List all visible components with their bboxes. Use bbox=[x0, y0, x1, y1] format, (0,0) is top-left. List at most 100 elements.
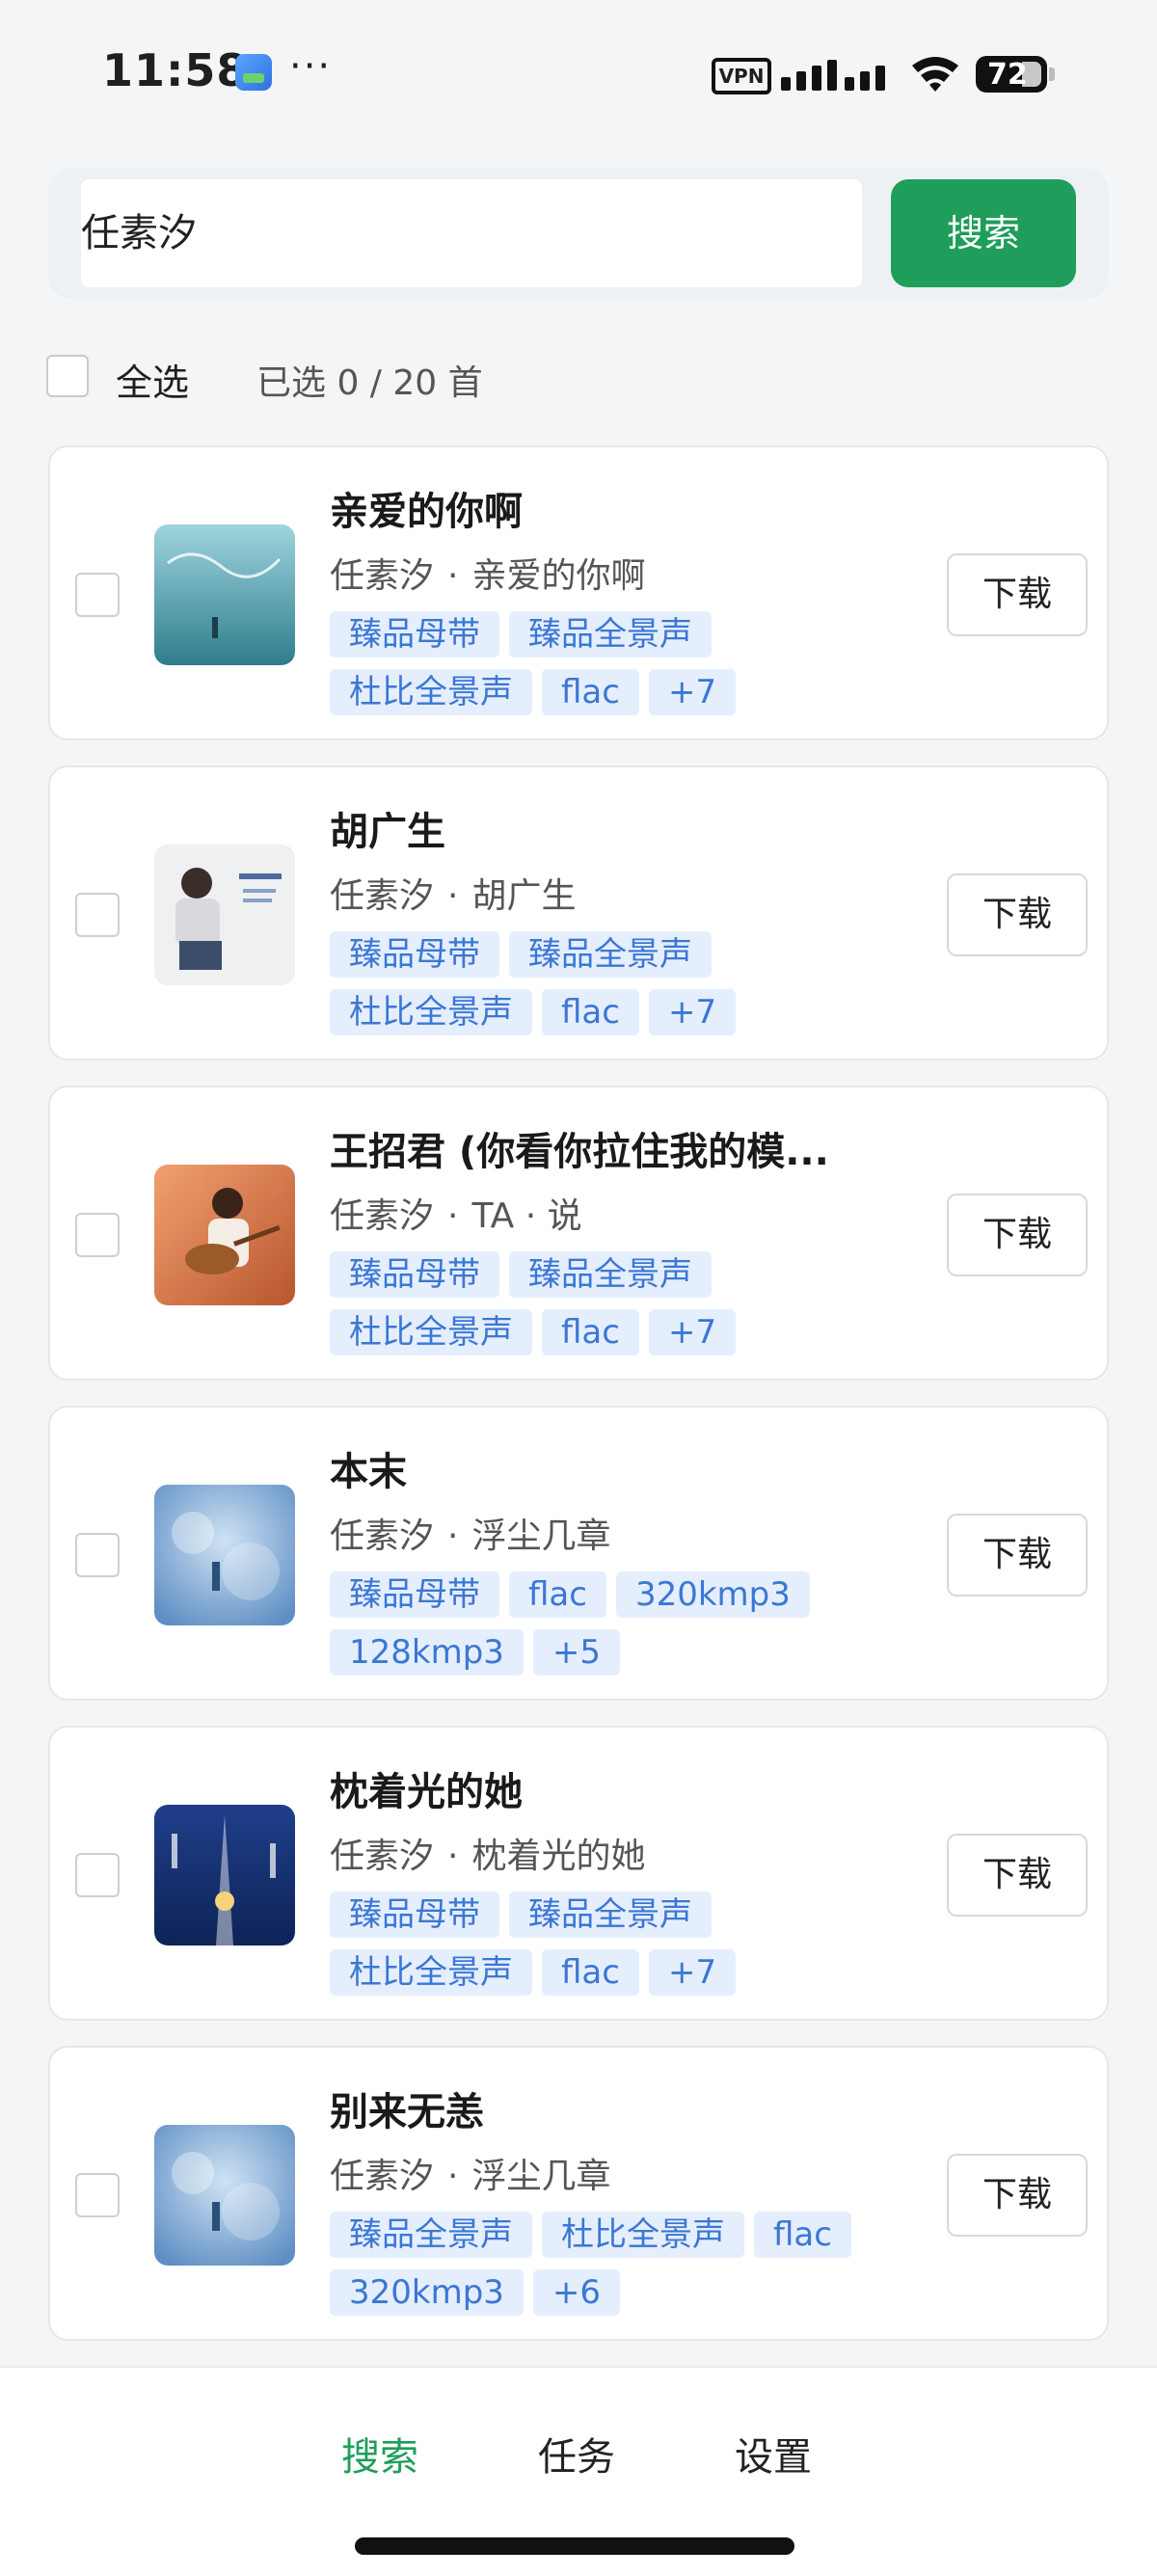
song-title: 王招君 (你看你拉住我的模... bbox=[330, 1130, 829, 1174]
song-title: 胡广生 bbox=[330, 810, 445, 854]
download-button[interactable]: 下载 bbox=[947, 1834, 1088, 1917]
song-meta: 任素汐 · 浮尘几章 bbox=[330, 1516, 611, 1556]
album-cover bbox=[154, 1165, 295, 1305]
song-checkbox[interactable] bbox=[75, 1213, 120, 1257]
select-all-row: 全选 已选 0 / 20 首 bbox=[46, 349, 1107, 407]
song-title: 亲爱的你啊 bbox=[330, 490, 523, 534]
quality-tag: 臻品全景声 bbox=[330, 2212, 532, 2258]
quality-tag: 臻品全景声 bbox=[509, 931, 712, 978]
quality-tag: flac bbox=[509, 1571, 606, 1618]
quality-tag: 臻品全景声 bbox=[509, 611, 712, 657]
song-title: 别来无恙 bbox=[330, 2090, 484, 2134]
download-button[interactable]: 下载 bbox=[947, 553, 1088, 636]
download-button[interactable]: 下载 bbox=[947, 2154, 1088, 2237]
quality-tags: 臻品母带 臻品全景声杜比全景声 flac +7 bbox=[330, 931, 889, 1047]
download-button[interactable]: 下载 bbox=[947, 873, 1088, 956]
quality-tag: 128kmp3 bbox=[330, 1629, 524, 1676]
quality-tag: 臻品母带 bbox=[330, 1251, 499, 1298]
battery-level: 72 bbox=[987, 58, 1028, 92]
song-artist: 任素汐 bbox=[330, 2157, 435, 2196]
song-artist: 任素汐 bbox=[330, 1196, 435, 1236]
album-cover bbox=[154, 1485, 295, 1625]
song-album: 枕着光的她 bbox=[471, 1837, 646, 1876]
song-card: 枕着光的她 任素汐 · 枕着光的她 臻品母带 臻品全景声杜比全景声 flac +7 下载 bbox=[48, 1726, 1109, 2021]
status-time: 11:58 bbox=[102, 44, 249, 96]
song-meta: 任素汐 · TA · 说 bbox=[330, 1196, 582, 1236]
more-tags-badge: +7 bbox=[648, 1309, 737, 1355]
quality-tag: flac bbox=[542, 1309, 639, 1355]
quality-tags: 臻品母带 flac 320kmp3 128kmp3 +5 bbox=[330, 1571, 889, 1687]
quality-tag: flac bbox=[754, 2212, 851, 2258]
quality-tags: 臻品母带 臻品全景声杜比全景声 flac +7 bbox=[330, 1892, 889, 2007]
quality-tags: 臻品全景声 杜比全景声 flac 320kmp3 +6 bbox=[330, 2212, 889, 2327]
album-cover bbox=[154, 2125, 295, 2266]
quality-tag: 臻品母带 bbox=[330, 611, 499, 657]
song-card: 别来无恙 任素汐 · 浮尘几章 臻品全景声 杜比全景声 flac 320kmp3 +6 下载 bbox=[48, 2046, 1109, 2341]
download-button[interactable]: 下载 bbox=[947, 1514, 1088, 1597]
quality-tag: 杜比全景声 bbox=[542, 2212, 744, 2258]
song-card: 本末 任素汐 · 浮尘几章 臻品母带 flac 320kmp3 128kmp3 +5 下载 bbox=[48, 1406, 1109, 1701]
song-meta: 任素汐 · 枕着光的她 bbox=[330, 1837, 646, 1876]
quality-tag: 320kmp3 bbox=[330, 2269, 524, 2316]
quality-tag: 杜比全景声 bbox=[330, 1309, 532, 1355]
quality-tag: 臻品全景声 bbox=[509, 1892, 712, 1938]
signal-icon bbox=[781, 54, 897, 91]
song-title: 本末 bbox=[330, 1450, 407, 1494]
search-input[interactable] bbox=[81, 179, 862, 287]
song-checkbox[interactable] bbox=[75, 2173, 120, 2217]
song-checkbox[interactable] bbox=[75, 1533, 120, 1577]
more-tags-badge: +5 bbox=[532, 1629, 621, 1676]
song-album: 浮尘几章 bbox=[471, 1516, 611, 1556]
song-artist: 任素汐 bbox=[330, 1837, 435, 1876]
song-checkbox[interactable] bbox=[75, 573, 120, 617]
song-checkbox[interactable] bbox=[75, 1853, 120, 1897]
song-album: 亲爱的你啊 bbox=[471, 556, 646, 596]
song-card: 亲爱的你啊 任素汐 · 亲爱的你啊 臻品母带 臻品全景声杜比全景声 flac +7 下载 bbox=[48, 445, 1109, 740]
select-all-checkbox[interactable] bbox=[46, 355, 89, 397]
select-all-label[interactable]: 全选 bbox=[116, 353, 189, 406]
quality-tag: 杜比全景声 bbox=[330, 1949, 532, 1996]
song-title: 枕着光的她 bbox=[330, 1770, 523, 1814]
quality-tag: 臻品母带 bbox=[330, 1892, 499, 1938]
quality-tag: flac bbox=[542, 1949, 639, 1996]
more-tags-badge: +7 bbox=[648, 669, 737, 715]
song-artist: 任素汐 bbox=[330, 876, 435, 916]
album-cover bbox=[154, 845, 295, 985]
quality-tag: 320kmp3 bbox=[615, 1571, 810, 1618]
search-panel: 搜索 bbox=[48, 168, 1109, 299]
album-cover bbox=[154, 524, 295, 665]
more-notifications-icon: ··· bbox=[289, 44, 333, 89]
wifi-icon bbox=[912, 57, 958, 92]
search-button[interactable]: 搜索 bbox=[891, 179, 1076, 287]
quality-tag: 臻品母带 bbox=[330, 931, 499, 978]
quality-tag: 臻品母带 bbox=[330, 1571, 499, 1618]
download-button[interactable]: 下载 bbox=[947, 1194, 1088, 1276]
song-album: 浮尘几章 bbox=[471, 2157, 611, 2196]
song-artist: 任素汐 bbox=[330, 1516, 435, 1556]
more-tags-badge: +7 bbox=[648, 989, 737, 1035]
quality-tag: 杜比全景声 bbox=[330, 669, 532, 715]
nav-tasks[interactable]: 任务 bbox=[538, 2426, 615, 2482]
song-album: 胡广生 bbox=[471, 876, 577, 916]
battery-icon: 72 bbox=[976, 56, 1047, 93]
song-album: TA · 说 bbox=[471, 1196, 582, 1236]
song-meta: 任素汐 · 胡广生 bbox=[330, 876, 577, 916]
song-meta: 任素汐 · 浮尘几章 bbox=[330, 2157, 611, 2196]
quality-tag: 杜比全景声 bbox=[330, 989, 532, 1035]
song-artist: 任素汐 bbox=[330, 556, 435, 596]
nav-search[interactable]: 搜索 bbox=[341, 2426, 418, 2482]
song-checkbox[interactable] bbox=[75, 893, 120, 937]
app-notification-icon bbox=[235, 54, 272, 91]
song-meta: 任素汐 · 亲爱的你啊 bbox=[330, 556, 646, 596]
more-tags-badge: +7 bbox=[648, 1949, 737, 1996]
quality-tag: 臻品全景声 bbox=[509, 1251, 712, 1298]
vpn-icon: VPN bbox=[712, 58, 771, 94]
selected-count: 已选 0 / 20 首 bbox=[256, 363, 483, 403]
quality-tag: flac bbox=[542, 989, 639, 1035]
home-indicator[interactable] bbox=[355, 2537, 794, 2555]
status-bar: 11:58 ··· VPN 72 bbox=[0, 0, 1157, 145]
album-cover bbox=[154, 1805, 295, 1945]
song-card: 胡广生 任素汐 · 胡广生 臻品母带 臻品全景声杜比全景声 flac +7 下载 bbox=[48, 765, 1109, 1060]
nav-settings[interactable]: 设置 bbox=[735, 2426, 812, 2482]
song-card: 王招君 (你看你拉住我的模... 任素汐 · TA · 说 臻品母带 臻品全景声杜比全… bbox=[48, 1086, 1109, 1381]
